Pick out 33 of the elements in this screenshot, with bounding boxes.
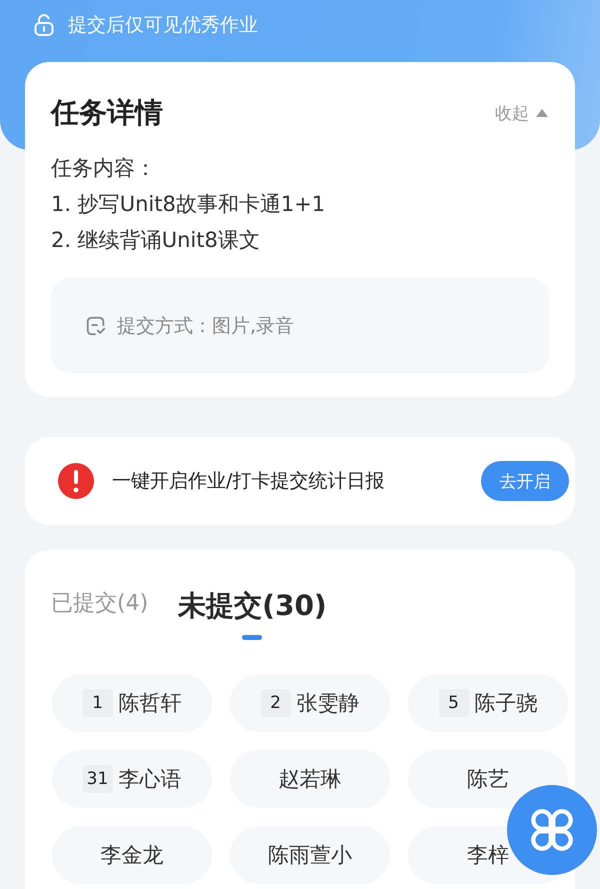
alert-icon [58, 463, 94, 499]
student-name: 李金龙 [100, 842, 164, 869]
student-name: 张雯静 [296, 690, 360, 717]
triangle-up-icon [535, 108, 549, 118]
submit-method-text: 提交方式：图片,录音 [117, 314, 294, 338]
tab[interactable]: 未提交(30) [178, 587, 327, 640]
notice-text: 一键开启作业/打卡提交统计日报 [112, 469, 386, 494]
student-chip[interactable]: 31 李心语 [52, 750, 212, 808]
student-number: 31 [82, 765, 112, 793]
student-name: 陈艺 [467, 766, 509, 793]
student-chip[interactable]: 陈雨萱小 [230, 826, 390, 884]
student-chip[interactable]: 赵若琳 [230, 750, 390, 808]
student-chip[interactable]: 2 张雯静 [230, 674, 390, 732]
student-chip[interactable]: 陈艺 [408, 750, 568, 808]
unlock-icon [32, 13, 56, 37]
student-name: 赵若琳 [278, 766, 342, 793]
banner-text: 提交后仅可见优秀作业 [68, 13, 258, 38]
student-name: 陈哲轩 [118, 690, 182, 717]
student-name: 李梓 [467, 842, 509, 869]
card-title: 任务详情 [51, 95, 163, 131]
student-number: 1 [82, 689, 112, 717]
student-chip[interactable]: 李金龙 [52, 826, 212, 884]
student-chip[interactable]: 1 陈哲轩 [52, 674, 212, 732]
student-number: 5 [438, 689, 468, 717]
student-name: 陈雨萱小 [268, 842, 352, 869]
student-chip[interactable]: 5 陈子骁 [408, 674, 568, 732]
checklist-icon [85, 314, 107, 336]
student-number: 2 [260, 689, 290, 717]
student-name: 李心语 [118, 766, 182, 793]
content-line: 任务内容： [51, 155, 157, 182]
content-line: 1. 抄写Unit8故事和卡通1+1 [51, 191, 326, 218]
student-name: 陈子骁 [474, 690, 538, 717]
content-line: 2. 继续背诵Unit8课文 [51, 227, 261, 254]
